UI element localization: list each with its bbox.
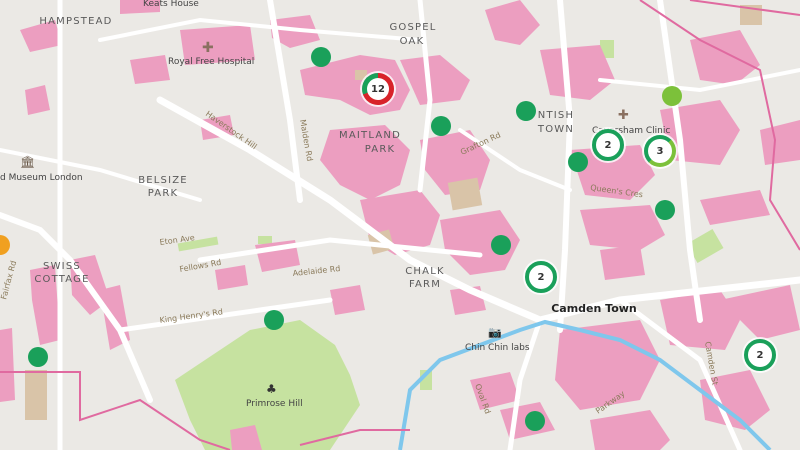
map-marker-lime[interactable] [662, 86, 682, 106]
street-adelaide: Adelaide Rd [292, 264, 341, 278]
label-belsize-2: PARK [148, 188, 179, 199]
label-gospel-oak-2: OAK [400, 36, 425, 47]
label-chalk-2: FARM [409, 279, 441, 290]
tree-icon: ♣ [266, 382, 277, 396]
cluster-count: 3 [656, 145, 664, 157]
cluster-marker-camden[interactable]: 2 [744, 339, 776, 371]
label-belsize-1: BELSIZE [138, 175, 188, 186]
museum-icon: 🏛 [20, 155, 35, 169]
label-maitland-2: PARK [365, 144, 396, 155]
map-marker[interactable] [311, 47, 331, 67]
map-marker[interactable] [28, 347, 48, 367]
map-marker[interactable] [431, 116, 451, 136]
hospital-icon: ✚ [202, 40, 214, 56]
cluster-marker-kentish-b[interactable]: 3 [644, 135, 676, 167]
cluster-count: 2 [604, 139, 612, 151]
map-marker[interactable] [655, 200, 675, 220]
label-gospel-oak-1: GOSPEL [389, 22, 436, 33]
cluster-count: 12 [367, 78, 389, 100]
map-marker[interactable] [568, 152, 588, 172]
label-swiss-2: COTTAGE [34, 274, 89, 285]
poi-primrose-hill[interactable]: Primrose Hill [246, 399, 303, 409]
label-hampstead: HAMPSTEAD [39, 16, 112, 27]
map-marker[interactable] [516, 101, 536, 121]
label-maitland-1: MAITLAND [339, 130, 401, 141]
camera-icon: 📷 [488, 326, 502, 339]
label-kentish-2: TOWN [537, 124, 574, 135]
cluster-marker-kentish-a[interactable]: 2 [592, 129, 624, 161]
cluster-count: 2 [756, 349, 764, 361]
map-marker[interactable] [491, 235, 511, 255]
label-swiss-1: SWISS [43, 261, 81, 272]
poi-keats-house[interactable]: Keats House [143, 0, 199, 9]
street-malden: Malden Rd [298, 119, 314, 162]
park-patch [258, 236, 272, 244]
cluster-count: 2 [537, 271, 545, 283]
poi-chin-chin-labs[interactable]: Chin Chin labs [465, 343, 530, 353]
street-fairfax: Fairfax Rd [0, 260, 18, 301]
poi-royal-free-hospital[interactable]: Royal Free Hospital [168, 57, 254, 67]
clinic-icon: ✚ [618, 108, 629, 123]
map-marker[interactable] [264, 310, 284, 330]
cluster-marker-chalk[interactable]: 2 [525, 261, 557, 293]
label-chalk-1: CHALK [405, 266, 444, 277]
cluster-marker-main[interactable]: 12 [362, 73, 394, 105]
label-camden-town: Camden Town [551, 302, 637, 315]
map-canvas[interactable]: HAMPSTEAD GOSPEL OAK NTISH TOWN MAITLAND… [0, 0, 800, 450]
building-blocks [0, 0, 800, 450]
poi-museum[interactable]: d Museum London [0, 173, 83, 183]
label-kentish-1: NTISH [538, 110, 574, 121]
map-marker[interactable] [525, 411, 545, 431]
